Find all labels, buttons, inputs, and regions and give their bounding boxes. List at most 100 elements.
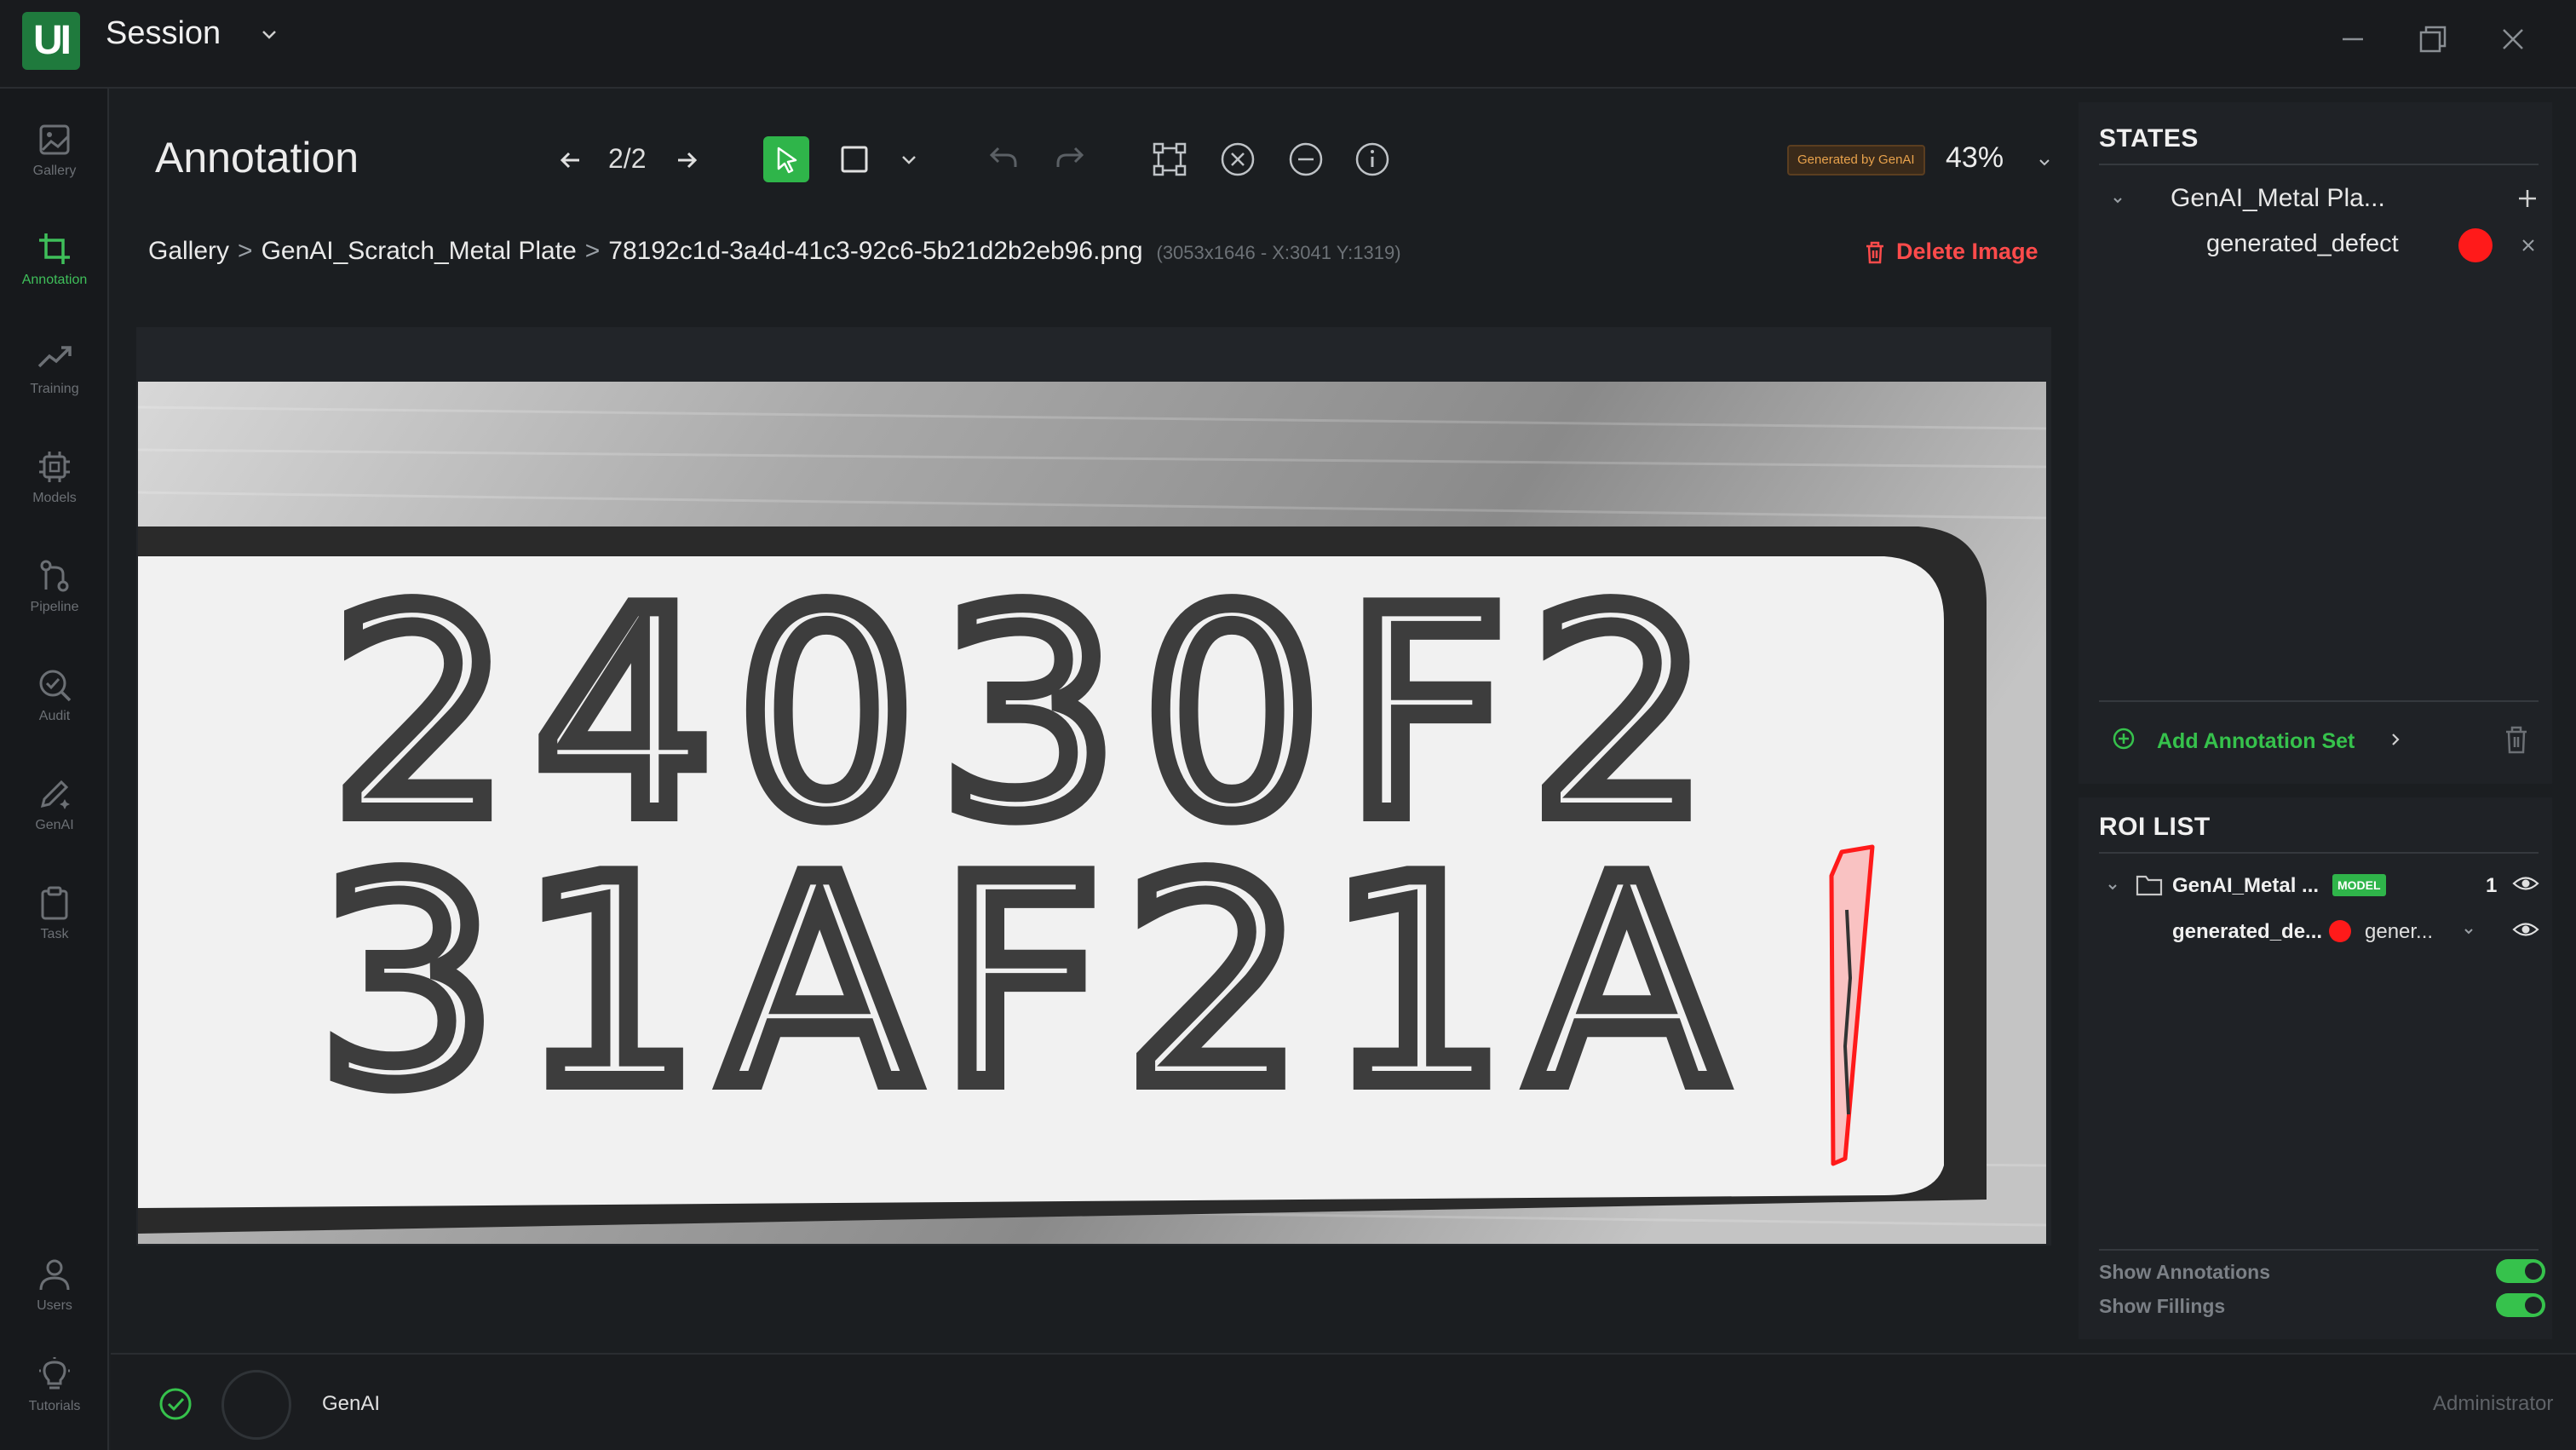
- metal-plate-image[interactable]: 24030F2 31AF21A: [138, 382, 2046, 1244]
- cursor-icon: [777, 147, 797, 174]
- breadcrumb-dataset[interactable]: GenAI_Scratch_Metal Plate: [262, 237, 577, 265]
- undo-button[interactable]: [980, 136, 1026, 182]
- show-fillings-label: Show Fillings: [2099, 1295, 2226, 1317]
- nav-item-audit[interactable]: Audit: [0, 651, 109, 745]
- divider: [2099, 700, 2539, 702]
- zoom-level[interactable]: 43%: [1946, 141, 2004, 175]
- plate-line-2: 31AF21A: [318, 820, 1746, 1147]
- redo-icon: [1056, 147, 1084, 167]
- eye-icon[interactable]: [2511, 917, 2540, 942]
- plus-circle-icon: [2113, 728, 2135, 750]
- nav-item-gallery[interactable]: Gallery: [0, 106, 109, 199]
- delete-image-label: Delete Image: [1896, 239, 2038, 264]
- tool-dropdown-button[interactable]: [886, 136, 932, 182]
- roi-folder-name[interactable]: GenAI_Metal ...: [2172, 874, 2319, 898]
- states-panel: STATES GenAI_Metal Pla... generated_defe…: [2079, 102, 2552, 784]
- nav-item-genai[interactable]: GenAI: [0, 760, 109, 854]
- divider: [2099, 164, 2539, 165]
- show-annotations-toggle[interactable]: [2496, 1259, 2545, 1283]
- circle-minus-icon: [1289, 142, 1323, 176]
- close-icon[interactable]: [2493, 19, 2533, 60]
- chevron-down-icon[interactable]: [2109, 191, 2126, 208]
- bounding-box-icon: [1153, 142, 1187, 176]
- genai-badge: Generated by GenAI: [1787, 145, 1925, 175]
- user-icon: [39, 1259, 70, 1291]
- bulb-icon: [39, 1357, 70, 1390]
- nav-item-task[interactable]: Task: [0, 869, 109, 963]
- nav-item-models[interactable]: Models: [0, 433, 109, 526]
- nav-label: Gallery: [32, 164, 77, 178]
- breadcrumb-file: 78192c1d-3a4d-41c3-92c6-5b21d2b2eb96.png: [608, 237, 1143, 265]
- redo-button[interactable]: [1048, 136, 1094, 182]
- breadcrumb-gallery[interactable]: Gallery: [148, 237, 229, 265]
- undo-icon: [989, 147, 1017, 167]
- square-icon: [841, 146, 868, 173]
- folder-icon: [2136, 875, 2163, 896]
- nav-item-annotation[interactable]: Annotation: [0, 215, 109, 308]
- clear-button[interactable]: [1215, 136, 1261, 182]
- chevron-down-icon[interactable]: [256, 20, 283, 48]
- add-annotation-set-button[interactable]: Add Annotation Set: [2157, 729, 2355, 754]
- nav-label: Training: [30, 382, 79, 396]
- select-tool-button[interactable]: [763, 136, 809, 182]
- arrow-left-icon[interactable]: [554, 143, 588, 177]
- app-logo: UI: [22, 12, 80, 70]
- progress-ring: [221, 1370, 291, 1440]
- roi-count: 1: [2486, 874, 2498, 897]
- remove-button[interactable]: [1283, 136, 1329, 182]
- rectangle-tool-button[interactable]: [831, 136, 877, 182]
- divider: [2099, 1249, 2539, 1251]
- crop-icon: [39, 233, 70, 264]
- nav-label: Pipeline: [30, 600, 79, 614]
- nav-item-users[interactable]: Users: [0, 1240, 109, 1334]
- info-icon: [1355, 142, 1389, 176]
- nav-label: Task: [40, 927, 69, 941]
- status-bar: GenAI Administrator: [111, 1353, 2576, 1450]
- minimize-icon[interactable]: [2332, 19, 2373, 60]
- divider: [2099, 852, 2539, 854]
- delete-image-button[interactable]: Delete Image: [1862, 239, 2038, 265]
- nav-label: Audit: [38, 709, 71, 723]
- info-button[interactable]: [1349, 136, 1395, 182]
- roi-list-title: ROI LIST: [2099, 813, 2211, 841]
- chevron-down-icon[interactable]: [2034, 152, 2055, 172]
- roi-item-state[interactable]: gener...: [2365, 920, 2433, 944]
- nav-item-pipeline[interactable]: Pipeline: [0, 542, 109, 636]
- show-annotations-label: Show Annotations: [2099, 1261, 2271, 1283]
- chevron-down-icon: [902, 156, 916, 164]
- eye-icon[interactable]: [2511, 871, 2540, 896]
- pager-count: 2/2: [608, 143, 647, 174]
- arrow-right-icon[interactable]: [670, 143, 704, 177]
- pipeline-icon: [40, 560, 69, 592]
- trend-icon: [37, 346, 72, 368]
- nav-item-training[interactable]: Training: [0, 324, 109, 417]
- chip-icon: [39, 452, 70, 482]
- nav-label: GenAI: [35, 818, 74, 832]
- states-title: STATES: [2099, 124, 2199, 152]
- plus-icon[interactable]: [2515, 186, 2540, 211]
- nav-item-tutorials[interactable]: Tutorials: [0, 1341, 109, 1435]
- pen-sparkle-icon: [40, 780, 70, 809]
- show-fillings-toggle[interactable]: [2496, 1293, 2545, 1317]
- breadcrumb-separator: >: [584, 237, 601, 265]
- circle-x-icon: [1221, 142, 1255, 176]
- chevron-right-icon[interactable]: [2385, 729, 2406, 750]
- restore-icon[interactable]: [2412, 19, 2453, 60]
- nav-label: Annotation: [21, 273, 88, 287]
- chevron-down-icon[interactable]: [2460, 922, 2477, 939]
- check-search-icon: [39, 670, 72, 702]
- close-icon[interactable]: [2518, 235, 2539, 256]
- chevron-down-icon[interactable]: [2104, 877, 2121, 895]
- roi-item-name[interactable]: generated_de...: [2172, 920, 2322, 944]
- roi-item-color: [2329, 920, 2351, 942]
- title-bar: UI Session: [0, 0, 2576, 89]
- page-title: Annotation: [155, 134, 359, 181]
- state-name[interactable]: generated_defect: [2206, 230, 2399, 258]
- session-title[interactable]: Session: [106, 15, 221, 52]
- check-circle-icon: [159, 1388, 192, 1420]
- state-color-swatch[interactable]: [2458, 228, 2493, 262]
- annotation-set-name[interactable]: GenAI_Metal Pla...: [2171, 184, 2385, 213]
- trash-icon[interactable]: [2499, 722, 2533, 757]
- image-meta: (3053x1646 - X:3041 Y:1319): [1156, 242, 1401, 263]
- fit-bounds-button[interactable]: [1147, 136, 1193, 182]
